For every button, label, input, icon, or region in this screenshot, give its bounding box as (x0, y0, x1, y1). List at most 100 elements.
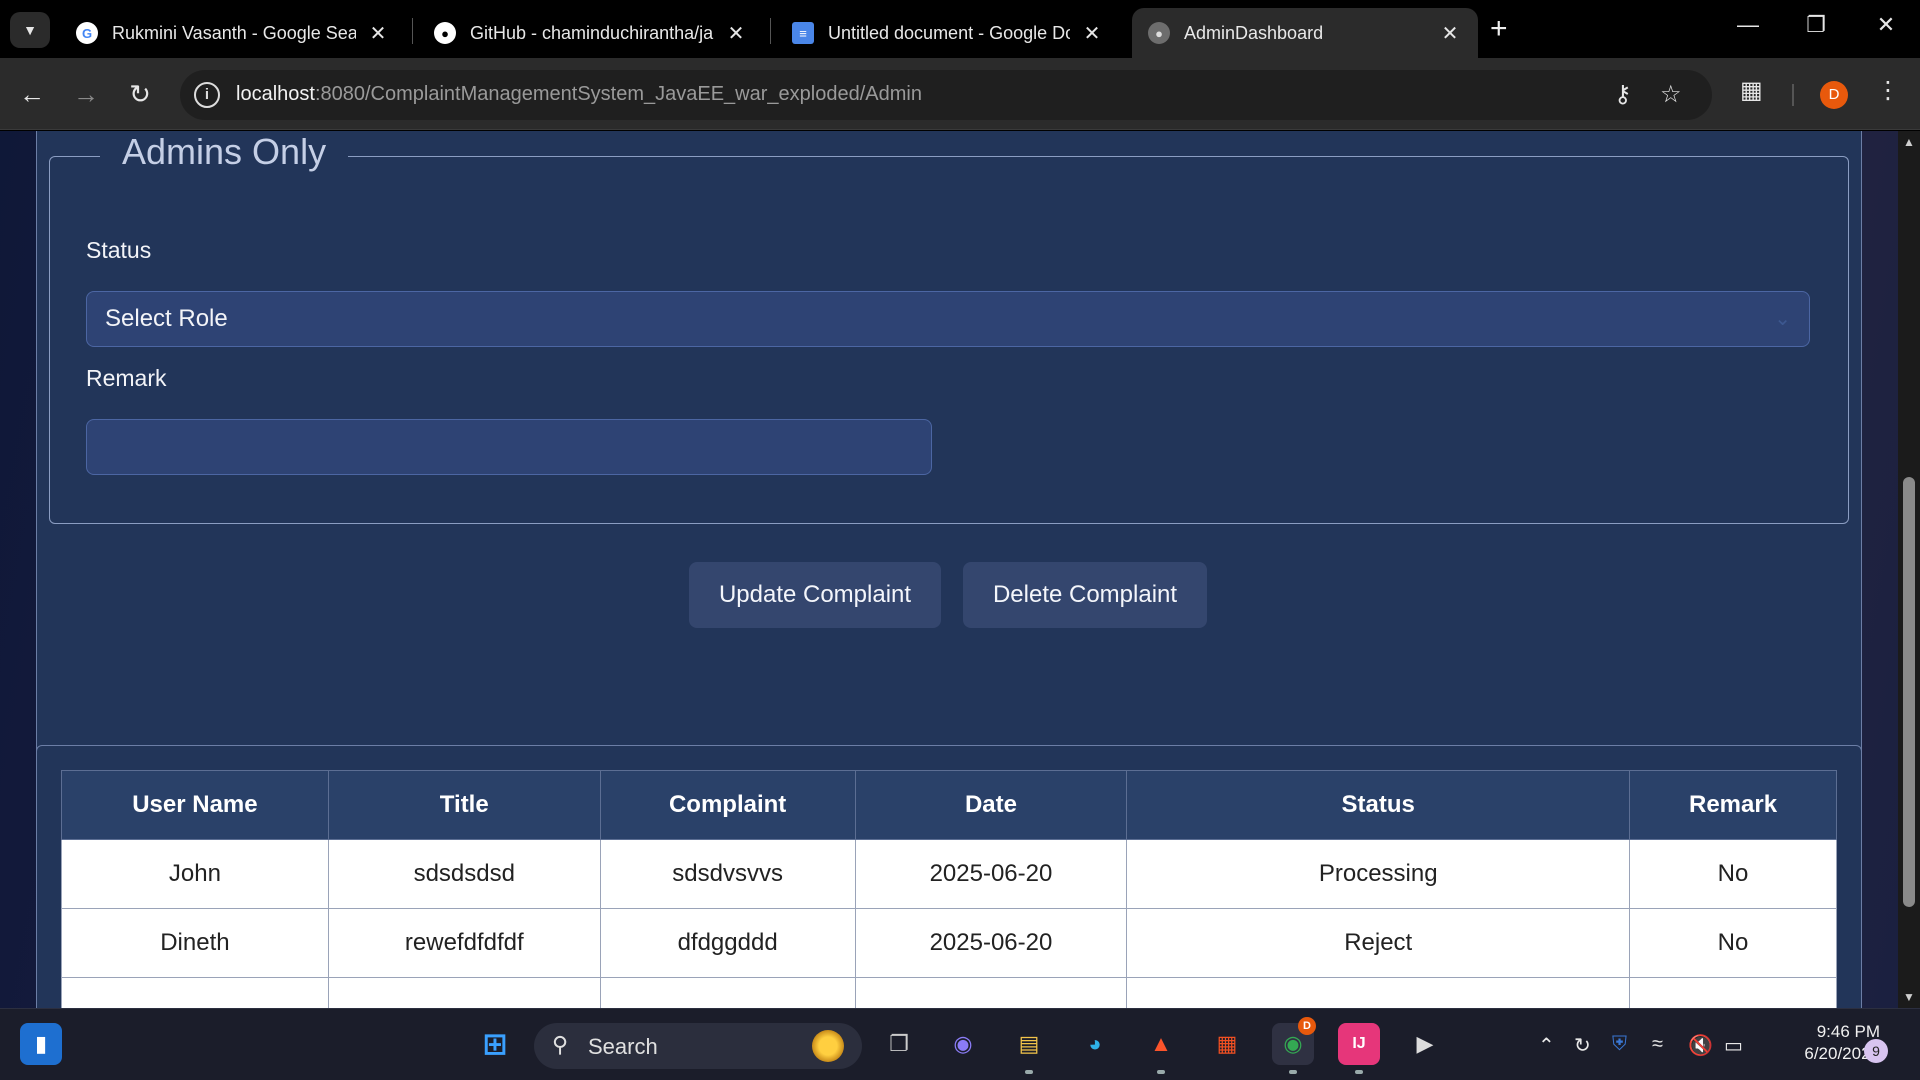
cell-status (1126, 977, 1631, 1008)
volume-muted-icon[interactable]: 🔇 (1688, 1033, 1713, 1058)
cell-date: 2025-06-20 (854, 908, 1128, 978)
status-selected-value: Select Role (105, 305, 228, 332)
close-window-icon[interactable]: ✕ (1866, 12, 1906, 38)
tab-google-search[interactable]: G Rukmini Vasanth - Google Searc ✕ (60, 8, 406, 58)
address-bar[interactable]: i localhost:8080/ComplaintManagementSyst… (180, 70, 1712, 120)
menu-kebab-icon[interactable]: ⋮ (1876, 76, 1900, 105)
edge-icon[interactable]: ◕ (1074, 1023, 1116, 1065)
cell-complaint (599, 977, 856, 1008)
complaint-form-card: Admins Only Status Select Role ⌄ Remark … (36, 131, 1862, 804)
teams-chat-icon[interactable]: ◉ (942, 1023, 984, 1065)
tab-divider (770, 18, 771, 44)
site-info-icon[interactable]: i (194, 82, 220, 108)
battery-icon[interactable]: ▭ (1724, 1033, 1743, 1058)
close-icon[interactable]: ✕ (1080, 21, 1104, 46)
table-row[interactable]: Dineth rewefdfdfdf dfdggddd 2025-06-20 R… (61, 908, 1837, 978)
weather-sun-icon (812, 1030, 844, 1062)
extensions-icon[interactable]: ▦ (1740, 76, 1763, 105)
clock-time: 9:46 PM (1816, 1022, 1880, 1041)
security-shield-icon[interactable]: ⛨ (1612, 1033, 1627, 1056)
column-header-user-name: User Name (61, 770, 329, 840)
url-text[interactable]: localhost:8080/ComplaintManagementSystem… (236, 83, 922, 106)
cell-remark (1629, 977, 1837, 1008)
globe-icon: ● (1148, 22, 1170, 44)
table-row-partial[interactable] (61, 977, 1837, 1008)
google-icon: G (76, 22, 98, 44)
reload-icon[interactable]: ↻ (122, 76, 158, 112)
scroll-up-arrow-icon[interactable]: ▲ (1898, 135, 1920, 149)
search-icon: ⚲ (552, 1032, 569, 1057)
cell-status: Reject (1126, 908, 1631, 978)
new-tab-button[interactable]: + (1490, 14, 1508, 44)
widgets-icon[interactable]: ▮ (20, 1023, 62, 1065)
password-key-icon[interactable]: ⚷ (1614, 80, 1632, 109)
task-view-icon[interactable]: ❐ (878, 1023, 920, 1065)
cell-title: sdsdsdsd (327, 839, 601, 909)
complaints-table: User Name Title Complaint Date Status Re… (61, 770, 1837, 1008)
profile-avatar[interactable]: D (1820, 81, 1848, 109)
tab-title: GitHub - chaminduchirantha/ja (470, 22, 714, 43)
sync-icon[interactable]: ↻ (1574, 1033, 1591, 1058)
tab-search-button[interactable]: ▼ (10, 12, 50, 48)
media-player-icon[interactable]: ▶ (1404, 1023, 1446, 1065)
column-header-date: Date (854, 770, 1128, 840)
chevron-down-icon: ▼ (23, 22, 37, 38)
notification-count-badge[interactable]: 9 (1864, 1039, 1888, 1063)
github-icon: ● (434, 22, 456, 44)
back-icon[interactable]: ← (14, 76, 50, 112)
close-icon[interactable]: ✕ (1438, 21, 1462, 46)
wifi-icon[interactable]: ≈ (1652, 1033, 1663, 1056)
tab-google-docs[interactable]: ≡ Untitled document - Google Do ✕ (776, 8, 1120, 58)
tab-admin-dashboard[interactable]: ● AdminDashboard ✕ (1132, 8, 1478, 58)
cell-user-name: John (61, 839, 329, 909)
admins-only-fieldset: Admins Only Status Select Role ⌄ Remark (49, 131, 1849, 524)
restore-icon[interactable]: ❐ (1796, 12, 1836, 38)
column-header-title: Title (327, 770, 601, 840)
url-host: localhost (236, 83, 315, 105)
file-explorer-icon[interactable]: ▤ (1008, 1023, 1050, 1074)
chevron-down-icon: ⌄ (1774, 308, 1791, 330)
table-row[interactable]: John sdsdsdsd sdsdvsvvs 2025-06-20 Proce… (61, 839, 1837, 909)
update-complaint-button[interactable]: Update Complaint (689, 562, 941, 628)
delete-complaint-button[interactable]: Delete Complaint (963, 562, 1207, 628)
chrome-icon[interactable]: ◉ D (1272, 1017, 1316, 1074)
docs-icon: ≡ (792, 22, 814, 44)
scrollbar-thumb[interactable] (1903, 477, 1915, 907)
remark-label: Remark (86, 365, 167, 391)
status-select[interactable]: Select Role ⌄ (86, 291, 1810, 347)
cell-complaint: dfdggddd (599, 908, 856, 978)
chrome-profile-badge: D (1298, 1017, 1316, 1035)
tab-title: Rukmini Vasanth - Google Searc (112, 22, 356, 43)
minimize-icon[interactable]: — (1728, 12, 1768, 38)
show-hidden-icons-chevron-icon[interactable]: ⌃ (1538, 1033, 1555, 1058)
column-header-status: Status (1126, 770, 1631, 840)
complaints-table-card: User Name Title Complaint Date Status Re… (36, 745, 1862, 1008)
close-icon[interactable]: ✕ (724, 21, 748, 46)
taskbar-search[interactable]: ⚲ Search (534, 1023, 862, 1069)
cell-complaint: sdsdvsvvs (599, 839, 856, 909)
microsoft-store-icon[interactable]: ▦ (1206, 1023, 1248, 1065)
url-path: :8080/ComplaintManagementSystem_JavaEE_w… (314, 83, 922, 105)
brave-icon[interactable]: ▲ (1140, 1023, 1182, 1074)
scroll-down-arrow-icon[interactable]: ▼ (1898, 990, 1920, 1004)
bookmark-star-icon[interactable]: ☆ (1660, 80, 1682, 109)
forward-icon[interactable]: → (68, 76, 104, 112)
column-header-remark: Remark (1629, 770, 1837, 840)
close-icon[interactable]: ✕ (366, 21, 390, 46)
remark-input[interactable] (86, 419, 932, 475)
tab-title: Untitled document - Google Do (828, 22, 1070, 43)
page-scrollbar[interactable]: ▲ ▼ (1898, 131, 1920, 1008)
search-label: Search (588, 1034, 658, 1059)
windows-taskbar: ▮ ⊞ ⚲ Search ❐ ◉ ▤ ◕ ▲ ▦ ◉ D IJ ▶ ⌃ ↻ ⛨ ≈… (0, 1008, 1920, 1080)
intellij-idea-icon[interactable]: IJ (1338, 1023, 1380, 1074)
fieldset-legend: Admins Only (100, 131, 349, 173)
tab-github[interactable]: ● GitHub - chaminduchirantha/ja ✕ (418, 8, 764, 58)
cell-date: 2025-06-20 (854, 839, 1128, 909)
status-label: Status (86, 237, 152, 263)
column-header-complaint: Complaint (599, 770, 856, 840)
cell-user-name (61, 977, 329, 1008)
tab-title: AdminDashboard (1184, 22, 1324, 43)
browser-toolbar: ← → ↻ i localhost:8080/ComplaintManageme… (0, 58, 1920, 130)
system-clock[interactable]: 9:46 PM 6/20/2025 (1762, 1021, 1880, 1065)
windows-start-icon[interactable]: ⊞ (474, 1023, 516, 1065)
